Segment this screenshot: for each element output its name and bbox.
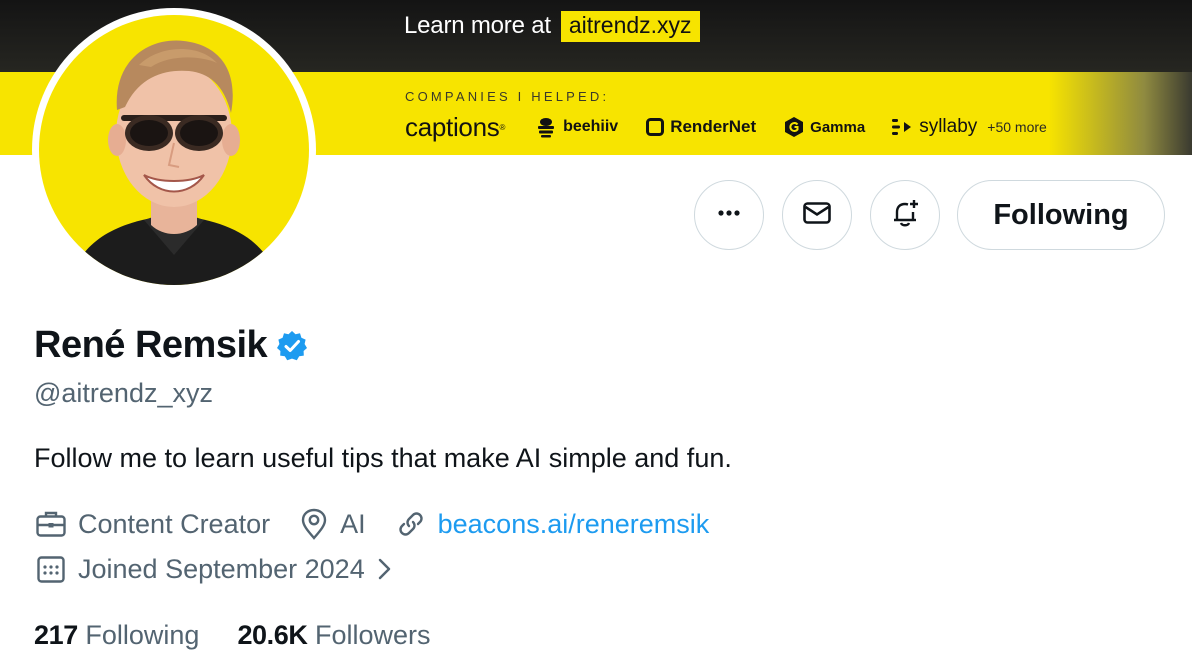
website-link[interactable]: beacons.ai/reneremsik — [438, 509, 710, 540]
syllaby-logo: syllaby — [891, 116, 977, 138]
chevron-right-icon[interactable] — [375, 556, 403, 582]
briefcase-icon — [34, 507, 78, 541]
rendernet-logo: RenderNet — [646, 117, 756, 137]
notifications-button[interactable] — [870, 180, 940, 250]
companies-label: COMPANIES I HELPED: — [405, 89, 610, 104]
joined-row[interactable]: Joined September 2024 — [34, 552, 431, 586]
location-item: AI — [298, 507, 366, 541]
profile-avatar[interactable] — [32, 8, 316, 292]
category-item: Content Creator — [34, 507, 270, 541]
beehiiv-logo: beehiiv — [535, 116, 618, 138]
profile-meta-row: Content Creator AI beacons.ai/reneremsik — [34, 507, 737, 541]
following-button[interactable]: Following — [957, 180, 1165, 250]
banner-learn-text: Learn more at — [404, 12, 551, 39]
followers-count: 20.6K — [237, 620, 308, 650]
profile-bio: Follow me to learn useful tips that make… — [34, 443, 732, 473]
envelope-icon — [801, 197, 833, 234]
profile-handle: @aitrendz_xyz — [34, 378, 213, 408]
gamma-logo: Gamma — [784, 116, 865, 138]
followers-stat[interactable]: 20.6K Followers — [237, 620, 430, 651]
more-companies-label: +50 more — [987, 119, 1047, 135]
message-button[interactable] — [782, 180, 852, 250]
bell-plus-icon — [888, 196, 922, 235]
link-icon — [394, 507, 438, 541]
avatar-photo — [39, 15, 309, 285]
location-label: AI — [340, 508, 366, 539]
website-item[interactable]: beacons.ai/reneremsik — [394, 507, 710, 541]
following-stat[interactable]: 217 Following — [34, 620, 199, 651]
banner-url: aitrendz.xyz — [560, 10, 700, 42]
profile-name-row: René Remsik — [34, 324, 309, 367]
following-count: 217 — [34, 620, 78, 650]
display-name: René Remsik — [34, 324, 268, 366]
banner-learn-more: Learn more at aitrendz.xyz — [404, 10, 700, 42]
calendar-icon — [34, 552, 78, 586]
location-pin-icon — [298, 507, 340, 541]
joined-item[interactable]: Joined September 2024 — [34, 552, 403, 586]
joined-label: Joined September 2024 — [78, 553, 365, 584]
captions-logo: captions ® — [405, 111, 506, 142]
followers-stat-label: Followers — [315, 620, 431, 650]
more-horizontal-icon — [716, 200, 742, 231]
profile-stats: 217 Following 20.6K Followers — [34, 620, 469, 651]
category-label: Content Creator — [78, 508, 271, 539]
more-options-button[interactable] — [694, 180, 764, 250]
following-stat-label: Following — [85, 620, 200, 650]
company-logos: captions ® beehiiv RenderNet Gamma syllab… — [405, 110, 1047, 144]
verified-badge-icon[interactable] — [275, 329, 309, 363]
